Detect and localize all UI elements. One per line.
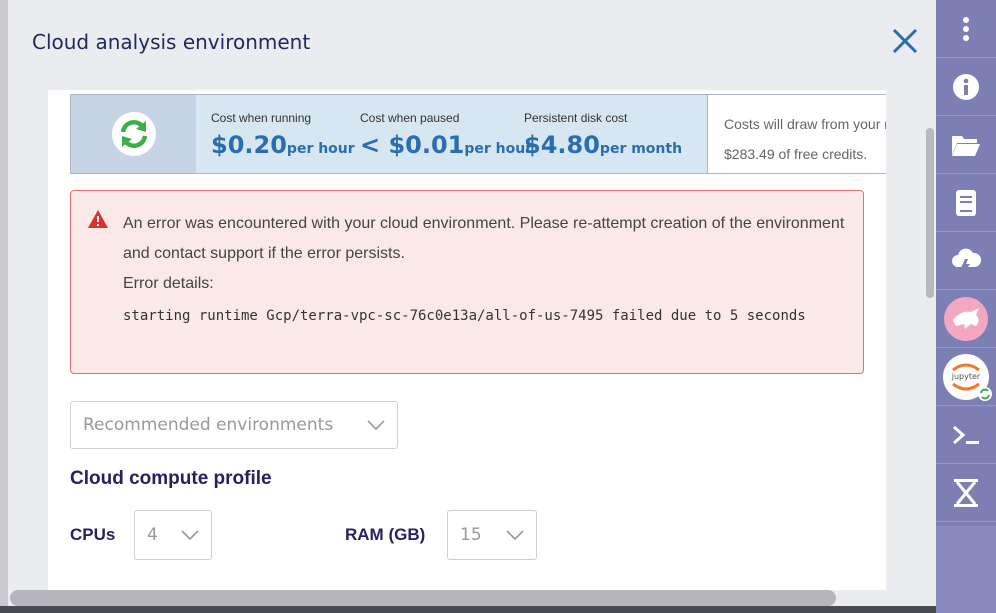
recommended-environments-value: Recommended environments xyxy=(83,415,334,435)
sidebar-item-cloud[interactable] xyxy=(936,232,996,290)
panel-content: Cost when running $0.20per hour Cost whe… xyxy=(48,90,886,590)
paused-cost: Cost when paused < $0.01per hour xyxy=(360,111,532,159)
vertical-scrollbar[interactable] xyxy=(926,128,934,298)
paused-cost-unit: per hour xyxy=(464,141,533,157)
disk-cost-unit: per month xyxy=(599,141,683,157)
right-sidebar: jupyter xyxy=(936,0,996,613)
jupyter-icon: jupyter xyxy=(943,353,992,401)
bottom-strip xyxy=(0,606,996,613)
sidebar-item-genomics[interactable] xyxy=(936,290,996,348)
error-alert: An error was encountered with your cloud… xyxy=(70,190,864,374)
running-cost-unit: per hour xyxy=(286,141,355,157)
sidebar-item-workflows[interactable] xyxy=(936,464,996,522)
sync-badge-icon xyxy=(978,386,992,401)
jupyter-label: jupyter xyxy=(951,372,981,381)
disk-cost-value: $4.80 xyxy=(524,131,600,159)
chevron-down-icon xyxy=(181,530,199,540)
running-cost-label: Cost when running xyxy=(211,111,312,125)
cpus-label: CPUs xyxy=(70,525,116,544)
credits-note-line1: Costs will draw from your r xyxy=(724,116,886,132)
panel-title: Cloud analysis environment xyxy=(32,30,311,54)
close-button[interactable] xyxy=(888,24,922,58)
more-icon xyxy=(963,16,969,41)
genomics-icon xyxy=(944,296,988,341)
sidebar-item-jupyter[interactable]: jupyter xyxy=(936,348,996,406)
close-icon xyxy=(892,28,918,54)
ram-select[interactable]: 15 xyxy=(447,510,537,560)
compute-profile-title: Cloud compute profile xyxy=(70,468,272,489)
sidebar-item-terminal[interactable] xyxy=(936,406,996,464)
paused-cost-label: Cost when paused xyxy=(360,111,460,125)
error-details: starting runtime Gcp/terra-vpc-sc-76c0e1… xyxy=(123,308,806,324)
running-cost: Cost when running $0.20per hour xyxy=(211,111,355,159)
info-icon xyxy=(953,73,979,100)
sidebar-footer xyxy=(936,526,996,613)
ram-label: RAM (GB) xyxy=(345,525,426,544)
error-details-label: Error details: xyxy=(123,275,214,292)
sidebar-item-notebook[interactable] xyxy=(936,174,996,232)
folder-icon xyxy=(952,135,980,156)
sidebar-item-more[interactable] xyxy=(936,0,996,58)
terminal-icon xyxy=(953,425,979,444)
cpus-value: 4 xyxy=(147,525,158,545)
notebook-icon xyxy=(956,189,976,216)
ram-value: 15 xyxy=(460,525,482,545)
sync-icon xyxy=(111,112,156,156)
sidebar-item-files[interactable] xyxy=(936,116,996,174)
horizontal-scrollbar[interactable] xyxy=(10,590,836,606)
credits-note-line2: $283.49 of free credits. xyxy=(724,146,868,162)
cpus-select[interactable]: 4 xyxy=(134,510,212,560)
running-cost-value: $0.20 xyxy=(211,131,287,159)
recommended-environments-select[interactable]: Recommended environments xyxy=(70,401,398,449)
status-icon-box xyxy=(71,95,196,173)
chevron-down-icon xyxy=(506,530,524,540)
left-edge xyxy=(0,0,8,613)
environment-panel: Cloud analysis environment Cost when run… xyxy=(8,0,936,613)
error-message: An error was encountered with your cloud… xyxy=(123,215,845,262)
warning-icon xyxy=(88,210,108,228)
credits-note: Costs will draw from your r $283.49 of f… xyxy=(707,95,886,173)
cost-summary: Cost when running $0.20per hour Cost whe… xyxy=(70,94,886,174)
chevron-down-icon xyxy=(367,420,385,430)
error-text: An error was encountered with your cloud… xyxy=(123,209,853,331)
disk-cost: Persistent disk cost $4.80per month xyxy=(524,111,682,159)
paused-cost-value: < $0.01 xyxy=(360,131,465,159)
workflow-icon xyxy=(954,478,978,507)
sidebar-item-info[interactable] xyxy=(936,58,996,116)
disk-cost-label: Persistent disk cost xyxy=(524,111,628,125)
cloud-icon xyxy=(952,248,982,274)
